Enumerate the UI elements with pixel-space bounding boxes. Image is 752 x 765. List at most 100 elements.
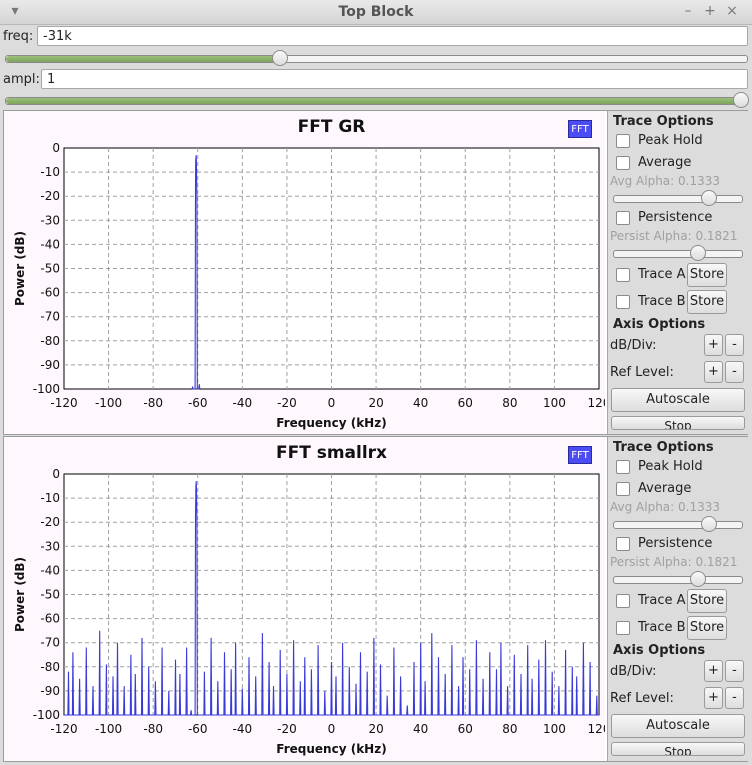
y-tick-label: -50	[40, 262, 60, 276]
stop-button[interactable]: Stop	[611, 742, 745, 756]
checkbox-box[interactable]	[616, 536, 630, 551]
autoscale-button[interactable]: Autoscale	[611, 388, 745, 412]
store-trace-a-button[interactable]: Store	[687, 263, 727, 287]
db-div-increase-button[interactable]: +	[704, 334, 723, 356]
persistence-label: Persistence	[638, 210, 713, 225]
persistence-checkbox[interactable]: Persistence	[616, 210, 712, 225]
avg-alpha-slider-handle[interactable]	[700, 516, 717, 532]
fft-panel-gr: -120-100-80-60-40-200204060801001200-10-…	[3, 110, 748, 435]
store-trace-b-button[interactable]: Store	[687, 290, 727, 314]
checkbox-box[interactable]	[616, 593, 630, 608]
average-label: Average	[638, 155, 692, 170]
peak-hold-label: Peak Hold	[638, 459, 703, 474]
x-tick-label: -100	[95, 396, 122, 410]
checkbox-box[interactable]	[616, 133, 630, 148]
y-axis-label: Power (dB)	[13, 231, 27, 306]
freq-slider-handle[interactable]	[272, 50, 289, 66]
y-tick-label: 0	[52, 141, 60, 155]
x-tick-label: -20	[277, 396, 297, 410]
window-titlebar: Top Block ▾ – + ×	[0, 0, 752, 25]
fft-chart-svg: -120-100-80-60-40-200204060801001200-10-…	[13, 141, 605, 430]
y-axis-label: Power (dB)	[13, 557, 27, 632]
trace-a-checkbox[interactable]: Trace A	[616, 593, 686, 608]
avg-alpha-slider[interactable]	[613, 190, 743, 206]
y-tick-label: -100	[33, 708, 60, 722]
x-tick-label: -120	[50, 396, 77, 410]
control-panel: Trace Options Peak Hold Average Avg Alph…	[607, 111, 748, 434]
db-div-label: dB/Div:	[610, 664, 657, 679]
y-tick-label: -30	[40, 213, 60, 227]
minimize-icon[interactable]: –	[679, 3, 697, 19]
freq-input[interactable]: -31k	[37, 26, 748, 46]
y-tick-label: -70	[40, 310, 60, 324]
persist-alpha-label: Persist Alpha: 0.1821	[610, 229, 738, 243]
persistence-checkbox[interactable]: Persistence	[616, 536, 712, 551]
ref-level-label: Ref Level:	[610, 691, 674, 706]
x-tick-label: -60	[188, 722, 208, 736]
window-menu-icon[interactable]: ▾	[6, 3, 24, 19]
y-tick-label: -40	[40, 237, 60, 251]
average-checkbox[interactable]: Average	[616, 481, 691, 496]
trace-b-label: Trace B	[638, 294, 686, 309]
persist-alpha-slider[interactable]	[613, 245, 743, 261]
ref-level-increase-button[interactable]: +	[704, 361, 723, 383]
checkbox-box[interactable]	[616, 481, 630, 496]
ampl-slider[interactable]	[5, 92, 749, 108]
y-tick-label: -50	[40, 588, 60, 602]
checkbox-box[interactable]	[616, 210, 630, 225]
trace-b-checkbox[interactable]: Trace B	[616, 294, 686, 309]
trace-b-checkbox[interactable]: Trace B	[616, 620, 686, 635]
store-trace-a-button[interactable]: Store	[687, 589, 727, 613]
peak-hold-label: Peak Hold	[638, 133, 703, 148]
x-tick-label: 80	[502, 722, 517, 736]
freq-slider[interactable]	[5, 50, 748, 66]
peak-hold-checkbox[interactable]: Peak Hold	[616, 459, 703, 474]
store-trace-b-button[interactable]: Store	[687, 616, 727, 640]
maximize-icon[interactable]: +	[701, 3, 719, 19]
x-tick-label: 20	[368, 396, 383, 410]
db-div-decrease-button[interactable]: -	[725, 660, 744, 682]
ref-level-increase-button[interactable]: +	[704, 687, 723, 709]
checkbox-box[interactable]	[616, 155, 630, 170]
checkbox-box[interactable]	[616, 294, 630, 309]
autoscale-button[interactable]: Autoscale	[611, 714, 745, 738]
x-tick-label: -40	[233, 722, 253, 736]
x-axis-label: Frequency (kHz)	[276, 416, 386, 430]
checkbox-box[interactable]	[616, 620, 630, 635]
avg-alpha-slider-handle[interactable]	[700, 190, 717, 206]
trace-options-heading: Trace Options	[613, 440, 714, 455]
db-div-decrease-button[interactable]: -	[725, 334, 744, 356]
close-icon[interactable]: ×	[723, 3, 741, 19]
y-tick-label: 0	[52, 467, 60, 481]
persist-alpha-label: Persist Alpha: 0.1821	[610, 555, 738, 569]
ampl-input[interactable]: 1	[41, 69, 748, 89]
avg-alpha-slider[interactable]	[613, 516, 743, 532]
x-tick-label: -100	[95, 722, 122, 736]
y-tick-label: -20	[40, 189, 60, 203]
checkbox-box[interactable]	[616, 267, 630, 282]
ampl-slider-handle[interactable]	[733, 92, 749, 108]
db-div-increase-button[interactable]: +	[704, 660, 723, 682]
plot-title: FFT GR	[297, 117, 366, 137]
ampl-slider-fill	[6, 98, 741, 104]
legend-fft[interactable]: FFT	[568, 120, 592, 138]
persist-alpha-slider-handle[interactable]	[690, 245, 707, 261]
x-tick-label: -80	[143, 396, 163, 410]
x-tick-label: -40	[233, 396, 253, 410]
ref-level-decrease-button[interactable]: -	[725, 687, 744, 709]
fft-plot: -120-100-80-60-40-200204060801001200-10-…	[4, 437, 605, 761]
stop-button[interactable]: Stop	[611, 416, 745, 430]
persist-alpha-slider-handle[interactable]	[690, 571, 707, 587]
x-tick-label: 60	[458, 722, 473, 736]
legend-fft[interactable]: FFT	[568, 446, 592, 464]
checkbox-box[interactable]	[616, 459, 630, 474]
x-tick-label: -80	[143, 722, 163, 736]
trace-a-checkbox[interactable]: Trace A	[616, 267, 686, 282]
peak-hold-checkbox[interactable]: Peak Hold	[616, 133, 703, 148]
y-tick-label: -10	[40, 491, 60, 505]
y-tick-label: -30	[40, 539, 60, 553]
y-tick-label: -80	[40, 660, 60, 674]
ref-level-decrease-button[interactable]: -	[725, 361, 744, 383]
average-checkbox[interactable]: Average	[616, 155, 691, 170]
persist-alpha-slider[interactable]	[613, 571, 743, 587]
